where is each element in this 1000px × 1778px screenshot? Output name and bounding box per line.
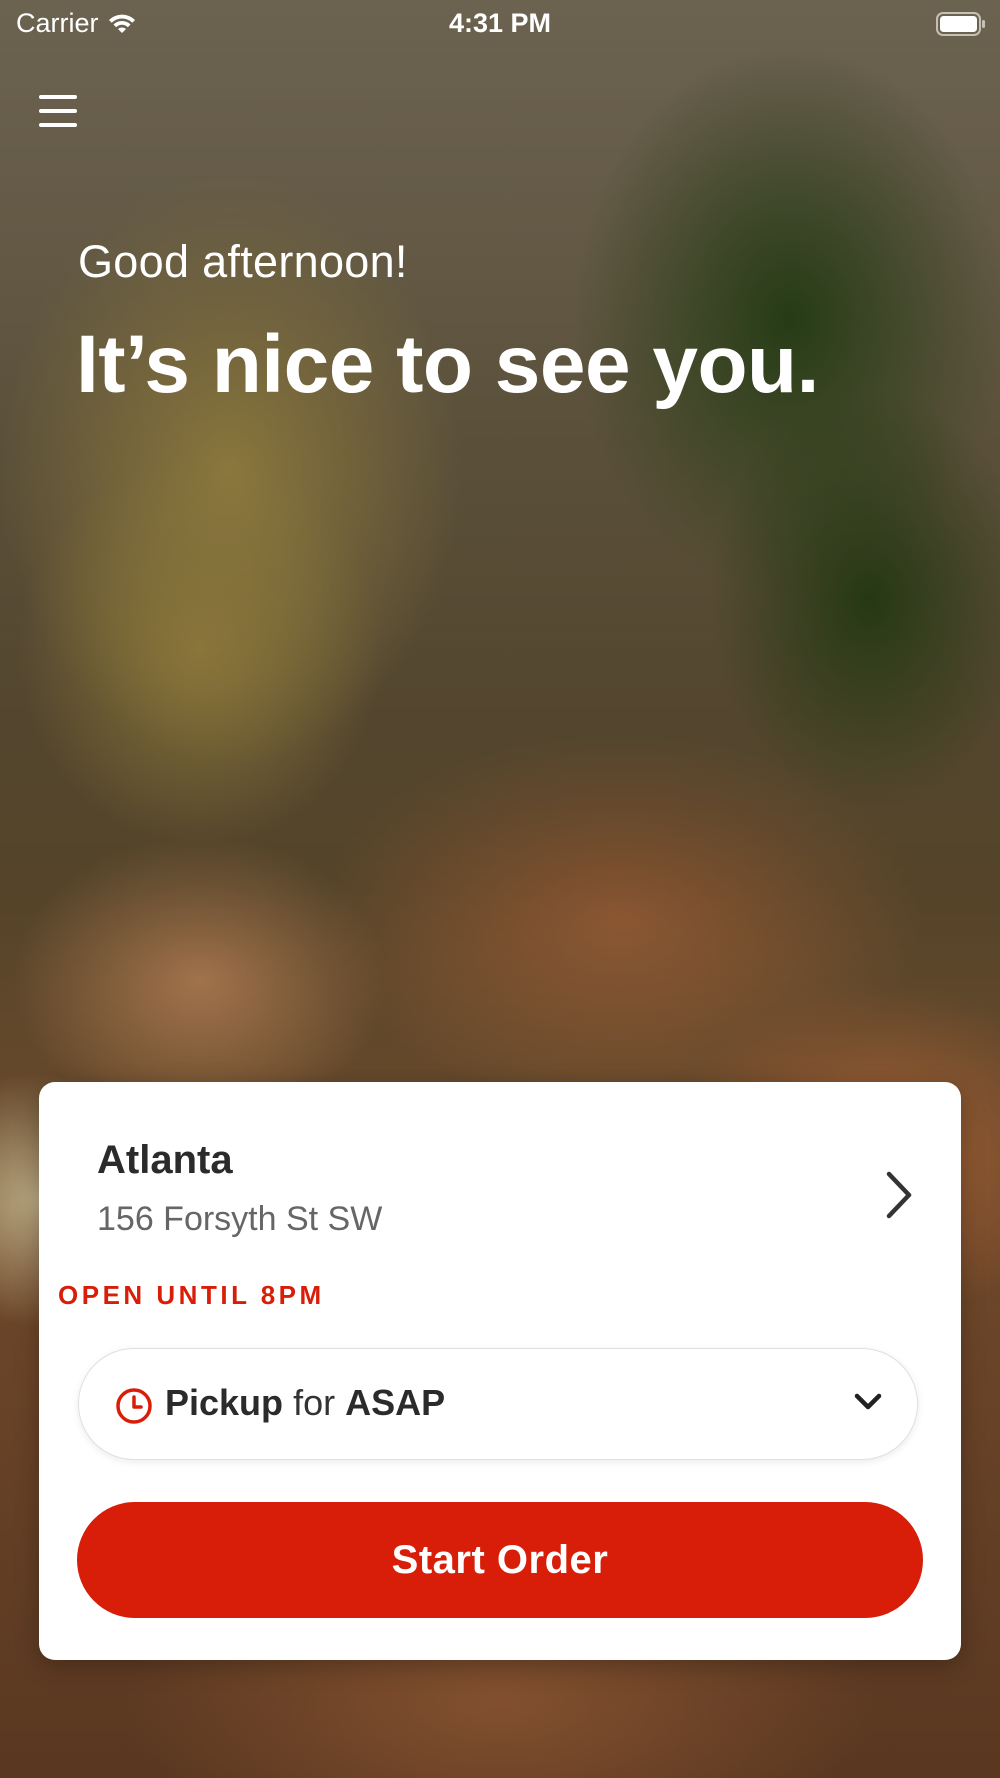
headline-text: It’s nice to see you. [76,319,819,410]
order-time: ASAP [345,1382,446,1423]
home-screen: Carrier 4:31 PM Good afternoon! It’s nic… [0,0,1000,1778]
order-type-select[interactable]: Pickup for ASAP [78,1348,918,1460]
clock-icon [116,1388,152,1424]
greeting-text: Good afternoon! [78,236,408,287]
order-type-label: Pickup for ASAP [165,1382,445,1424]
battery-icon [936,12,985,36]
hamburger-menu-icon[interactable] [34,90,82,132]
status-time: 4:31 PM [448,8,552,38]
start-order-button[interactable]: Start Order [77,1502,923,1618]
chevron-down-icon [854,1393,882,1410]
location-selector[interactable]: Atlanta 156 Forsyth St SW [97,1138,917,1258]
order-mode: Pickup [165,1382,284,1423]
location-address: 156 Forsyth St SW [97,1200,383,1238]
order-card: Atlanta 156 Forsyth St SW Pickup for ASA… [39,1082,961,1660]
open-status-label: OPEN UNTIL 8PM [58,1280,325,1310]
status-bar: Carrier 4:31 PM [0,0,1000,50]
location-name: Atlanta [97,1138,233,1182]
chevron-right-icon [886,1171,912,1219]
order-connector: for [293,1382,336,1423]
